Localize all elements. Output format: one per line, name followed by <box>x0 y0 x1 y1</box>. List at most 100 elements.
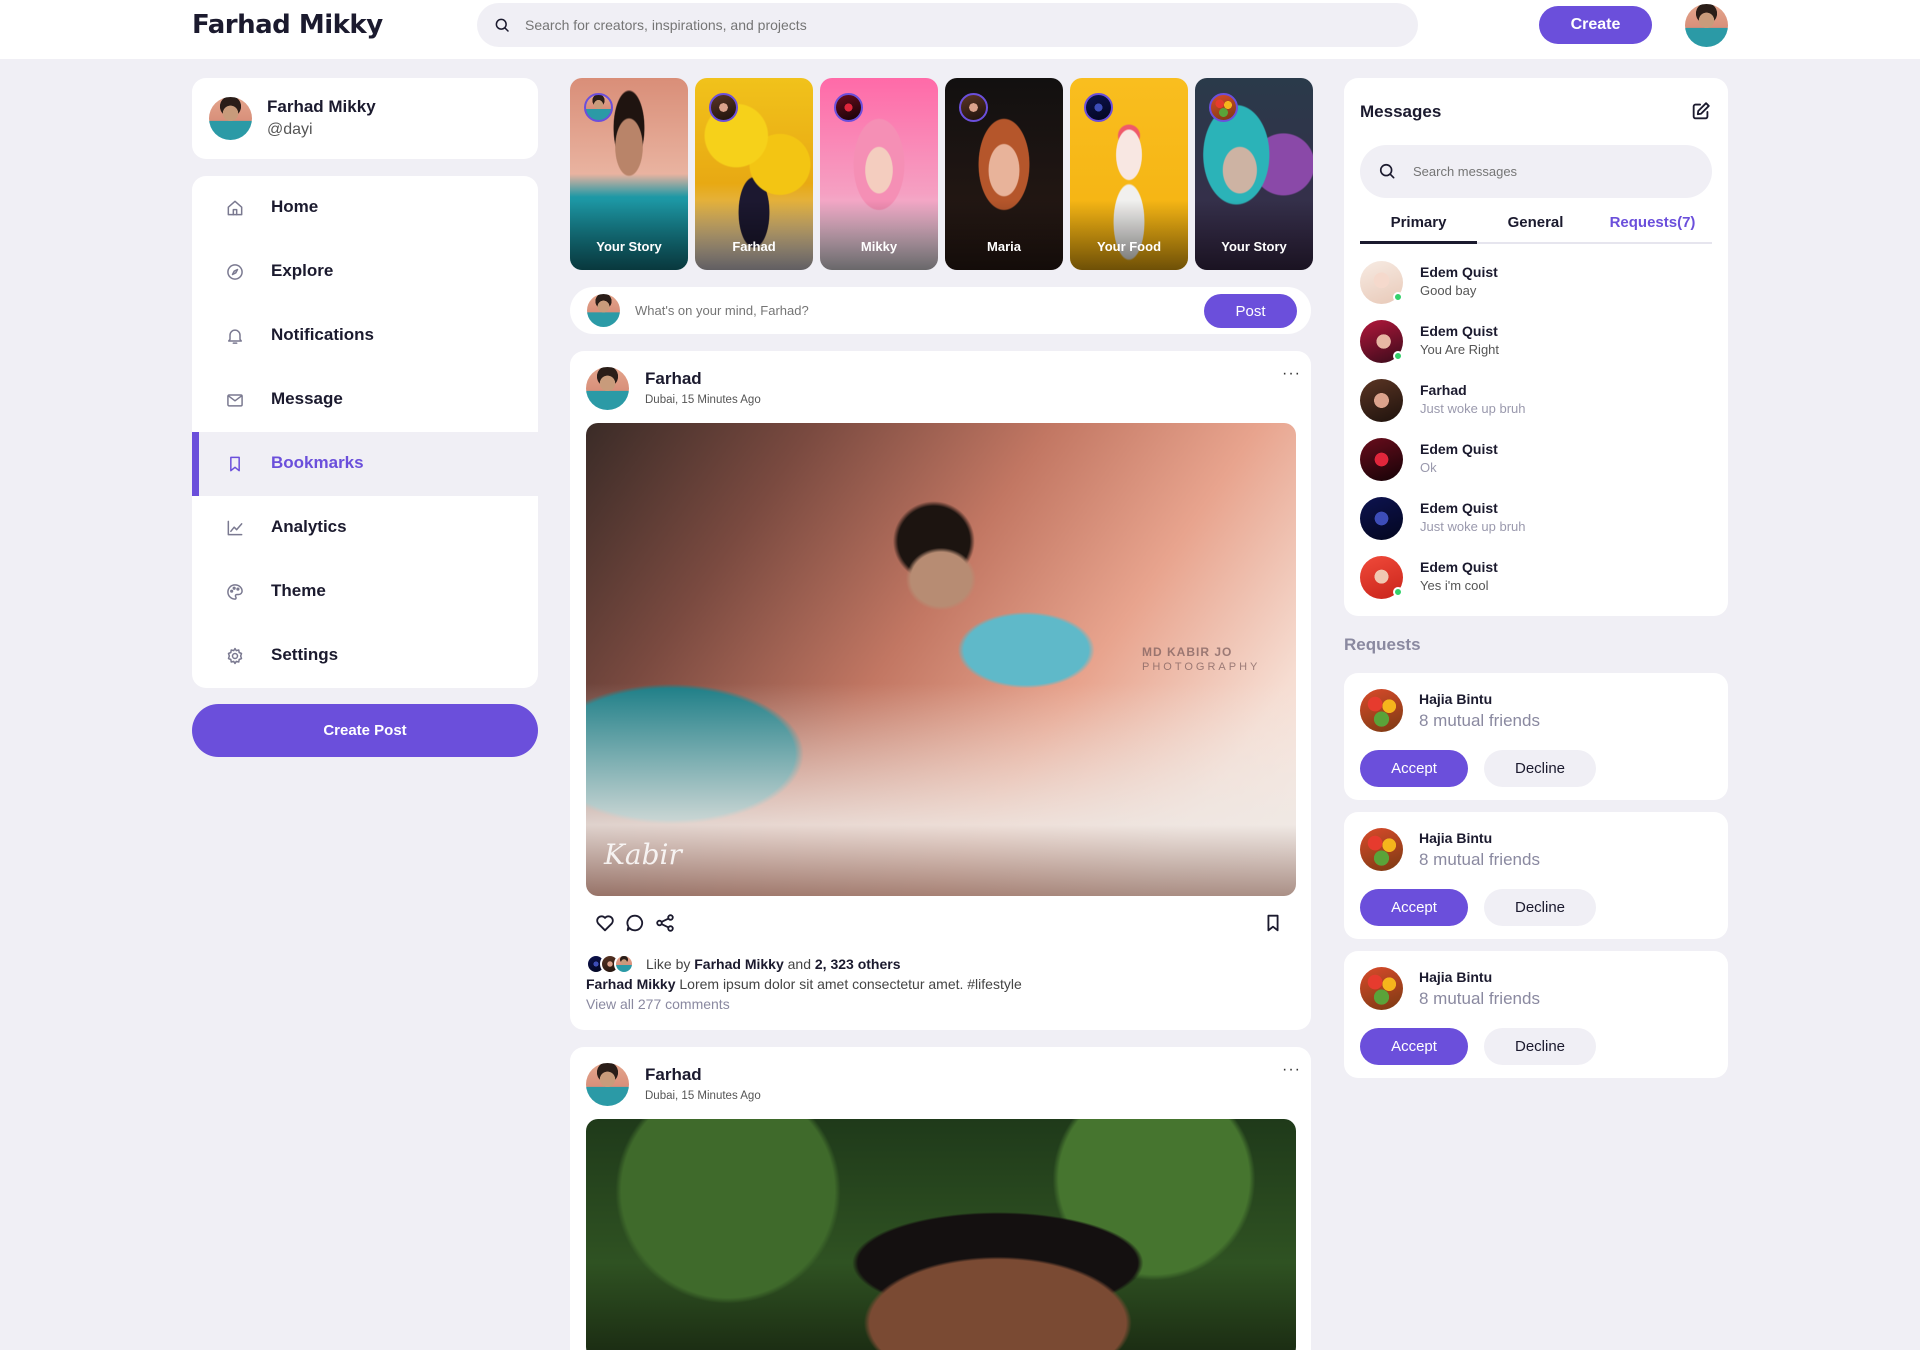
story-card[interactable]: Your Story <box>570 78 688 270</box>
caption-author[interactable]: Farhad Mikky <box>586 976 675 992</box>
accept-button[interactable]: Accept <box>1360 750 1468 787</box>
message-preview: Yes i'm cool <box>1420 578 1489 593</box>
message-preview: Just woke up bruh <box>1420 519 1526 534</box>
decline-button[interactable]: Decline <box>1484 1028 1596 1065</box>
sidebar-item-label: Analytics <box>271 517 347 536</box>
sidebar-item-settings[interactable]: Settings <box>192 624 538 688</box>
caption-text: Lorem ipsum dolor sit amet consectetur a… <box>679 976 1022 992</box>
palette-icon <box>227 584 243 600</box>
request-avatar[interactable] <box>1360 689 1403 732</box>
message-item[interactable]: Edem Quist Ok <box>1360 438 1712 484</box>
post-actions <box>594 912 1284 936</box>
sidebar-item-home[interactable]: Home <box>192 176 538 240</box>
search-icon <box>495 18 509 32</box>
likes-and: and <box>787 956 811 972</box>
story-avatar <box>1084 93 1113 122</box>
composer-input[interactable] <box>635 287 1165 334</box>
request-name[interactable]: Hajia Bintu <box>1419 691 1492 707</box>
sidebar-item-notifications[interactable]: Notifications <box>192 304 538 368</box>
sidebar-nav: Home Explore Notifications Message Bookm… <box>192 176 538 688</box>
sidebar-item-label: Notifications <box>271 325 374 344</box>
post-button[interactable]: Post <box>1204 294 1297 328</box>
message-item[interactable]: Edem Quist Just woke up bruh <box>1360 497 1712 543</box>
messages-title: Messages <box>1360 102 1442 121</box>
gear-icon <box>227 647 243 665</box>
photo-watermark: MD KABIR JO PHOTOGRAPHY <box>1142 645 1261 673</box>
post-image[interactable] <box>586 1119 1296 1350</box>
edit-icon[interactable] <box>1690 100 1712 122</box>
messages-search-input[interactable] <box>1413 145 1693 198</box>
bell-icon <box>228 329 242 344</box>
messages-search[interactable] <box>1360 145 1712 198</box>
story-card[interactable]: Mikky <box>820 78 938 270</box>
feed-post: Farhad Dubai, 15 Minutes Ago ··· MD KABI… <box>570 351 1311 1030</box>
decline-button[interactable]: Decline <box>1484 750 1596 787</box>
story-avatar <box>584 93 613 122</box>
sidebar-item-label: Home <box>271 197 319 216</box>
liker-avatar <box>614 954 634 974</box>
post-author-avatar[interactable] <box>586 367 629 410</box>
story-label: Your Story <box>1221 239 1287 254</box>
online-indicator <box>1393 587 1403 597</box>
message-item[interactable]: Edem Quist You Are Right <box>1360 320 1712 366</box>
create-button[interactable]: Create <box>1539 6 1652 44</box>
tab-primary[interactable]: Primary <box>1360 214 1477 244</box>
message-item[interactable]: Edem Quist Yes i'm cool <box>1360 556 1712 602</box>
request-name[interactable]: Hajia Bintu <box>1419 830 1492 846</box>
story-card[interactable]: Your Food <box>1070 78 1188 270</box>
create-post-button[interactable]: Create Post <box>192 704 538 757</box>
heart-icon[interactable] <box>594 912 616 934</box>
profile-handle: @dayi <box>267 121 313 138</box>
more-options-icon[interactable]: ··· <box>1282 1061 1301 1079</box>
sidebar-item-analytics[interactable]: Analytics <box>192 496 538 560</box>
message-item[interactable]: Farhad Just woke up bruh <box>1360 379 1712 425</box>
accept-button[interactable]: Accept <box>1360 1028 1468 1065</box>
story-card[interactable]: Maria <box>945 78 1063 270</box>
request-name[interactable]: Hajia Bintu <box>1419 969 1492 985</box>
story-card[interactable]: Farhad <box>695 78 813 270</box>
share-icon[interactable] <box>654 912 676 934</box>
decline-button[interactable]: Decline <box>1484 889 1596 926</box>
home-icon <box>227 200 243 216</box>
sidebar-item-label: Message <box>271 389 343 408</box>
bookmark-icon[interactable] <box>1262 912 1284 934</box>
message-avatar <box>1360 379 1403 422</box>
post-composer: Post <box>570 287 1311 334</box>
more-options-icon[interactable]: ··· <box>1282 365 1301 383</box>
sidebar-item-label: Explore <box>271 261 334 280</box>
message-item[interactable]: Edem Quist Good bay <box>1360 261 1712 307</box>
message-sender: Edem Quist <box>1420 500 1498 516</box>
global-search[interactable] <box>477 3 1418 47</box>
tab-requests[interactable]: Requests(7) <box>1594 214 1711 244</box>
chart-icon <box>227 520 243 536</box>
post-author-avatar[interactable] <box>586 1063 629 1106</box>
friend-request-card: Hajia Bintu 8 mutual friends Accept Decl… <box>1344 951 1728 1078</box>
sidebar-item-bookmarks[interactable]: Bookmarks <box>192 432 538 496</box>
request-mutual-friends: 8 mutual friends <box>1419 989 1540 1008</box>
story-card[interactable]: Your Story <box>1195 78 1313 270</box>
story-shade <box>820 200 938 270</box>
post-image[interactable]: MD KABIR JO PHOTOGRAPHY Kabir <box>586 423 1296 896</box>
compass-icon <box>227 264 243 280</box>
message-sender: Farhad <box>1420 382 1467 398</box>
comment-icon[interactable] <box>624 912 646 934</box>
sidebar-item-explore[interactable]: Explore <box>192 240 538 304</box>
message-sender: Edem Quist <box>1420 559 1498 575</box>
post-location: Dubai, 15 Minutes Ago <box>645 394 761 406</box>
user-avatar[interactable] <box>1685 4 1728 47</box>
profile-card[interactable]: Farhad Mikky @dayi <box>192 78 538 159</box>
post-author[interactable]: Farhad <box>645 369 702 389</box>
sidebar-item-theme[interactable]: Theme <box>192 560 538 624</box>
global-search-input[interactable] <box>525 3 1385 47</box>
accept-button[interactable]: Accept <box>1360 889 1468 926</box>
request-avatar[interactable] <box>1360 828 1403 871</box>
liker-name[interactable]: Farhad Mikky <box>694 956 783 972</box>
post-author[interactable]: Farhad <box>645 1065 702 1085</box>
tab-general[interactable]: General <box>1477 214 1594 244</box>
top-bar: Farhad Mikky Create <box>0 0 1920 59</box>
sidebar-item-message[interactable]: Message <box>192 368 538 432</box>
view-comments-link[interactable]: View all 277 comments <box>586 996 730 1012</box>
message-preview: Just woke up bruh <box>1420 401 1526 416</box>
request-avatar[interactable] <box>1360 967 1403 1010</box>
likes-count[interactable]: 2, 323 others <box>815 956 901 972</box>
